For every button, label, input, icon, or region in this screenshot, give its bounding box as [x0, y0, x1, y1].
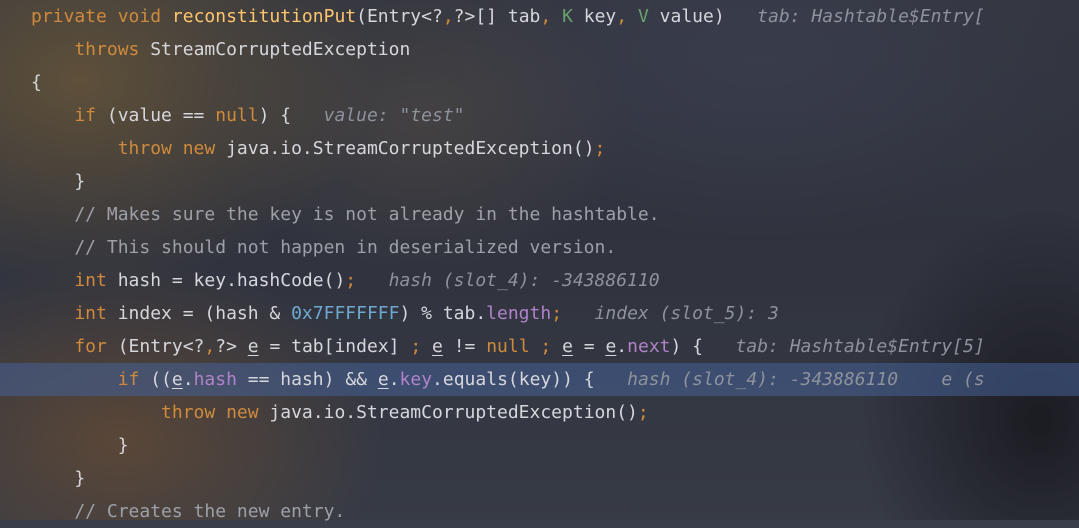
- code-line[interactable]: // Makes sure the key is not already in …: [0, 198, 1079, 231]
- inline-debug-value: tab: Hashtable$Entry[5]: [703, 336, 985, 357]
- code-token: }: [31, 435, 129, 456]
- code-token: .equals(key)) {: [432, 369, 595, 390]
- code-token: null: [486, 336, 541, 357]
- code-token: StreamCorruptedException: [150, 39, 411, 60]
- code-token: .: [388, 369, 400, 390]
- code-token: int: [31, 270, 118, 291]
- code-token: ;: [410, 336, 433, 357]
- code-line-current[interactable]: if ((e.hash == hash) && e.key.equals(key…: [0, 363, 1079, 396]
- code-line[interactable]: }: [0, 165, 1079, 198]
- code-token: ;: [637, 402, 649, 423]
- code-line[interactable]: throw new java.io.StreamCorruptedExcepti…: [0, 396, 1079, 429]
- code-token: 0x7FFFFFFF: [291, 303, 400, 324]
- code-token: reconstitutionPut: [171, 6, 357, 27]
- code-token: ;: [594, 138, 606, 159]
- inline-debug-value: hash (slot_4): -343886110 e (s: [594, 369, 985, 390]
- code-line[interactable]: int hash = key.hashCode(); hash (slot_4)…: [0, 264, 1079, 297]
- inline-debug-value: value: "test": [291, 105, 465, 126]
- inline-debug-value: tab: Hashtable$Entry[: [724, 6, 985, 27]
- code-token: ,: [442, 6, 454, 27]
- code-token: {: [31, 72, 42, 93]
- code-line[interactable]: private void reconstitutionPut(Entry<?,?…: [0, 0, 1079, 33]
- code-token: for: [31, 336, 118, 357]
- code-token: .: [182, 369, 194, 390]
- code-token: throw new: [31, 138, 227, 159]
- code-token: value): [659, 6, 725, 27]
- code-token: length: [486, 303, 552, 324]
- code-line[interactable]: }: [0, 462, 1079, 495]
- code-token: .: [616, 336, 628, 357]
- code-token: ) {: [258, 105, 292, 126]
- code-comment: // Makes sure the key is not already in …: [31, 204, 660, 225]
- code-token: ,: [204, 336, 216, 357]
- code-token: if: [31, 105, 107, 126]
- code-line[interactable]: {: [0, 66, 1079, 99]
- code-token: java.io.StreamCorruptedException(): [226, 138, 595, 159]
- code-editor[interactable]: private void reconstitutionPut(Entry<?,?…: [0, 0, 1079, 522]
- code-token: index = (hash &: [117, 303, 292, 324]
- code-line[interactable]: if (value == null) { value: "test": [0, 99, 1079, 132]
- code-token: ((: [150, 369, 172, 390]
- code-line[interactable]: // This should not happen in deserialize…: [0, 231, 1079, 264]
- code-token: next: [627, 336, 671, 357]
- code-line[interactable]: throw new java.io.StreamCorruptedExcepti…: [0, 132, 1079, 165]
- code-token: ;: [540, 336, 563, 357]
- code-token: throw new: [31, 402, 270, 423]
- code-token: ,: [540, 6, 563, 27]
- code-line[interactable]: throws StreamCorruptedException: [0, 33, 1079, 66]
- code-token: e: [605, 336, 617, 357]
- code-line[interactable]: int index = (hash & 0x7FFFFFFF) % tab.le…: [0, 297, 1079, 330]
- code-token: null: [215, 105, 259, 126]
- code-token: key: [583, 6, 617, 27]
- code-token: }: [31, 171, 86, 192]
- code-token: if: [31, 369, 151, 390]
- code-token: !=: [442, 336, 487, 357]
- code-token: = tab[index]: [258, 336, 411, 357]
- code-token: throws: [31, 39, 151, 60]
- code-token: ) {: [670, 336, 704, 357]
- code-token: K: [562, 6, 584, 27]
- code-token: hash = key.hashCode(): [117, 270, 346, 291]
- code-token: java.io.StreamCorruptedException(): [269, 402, 638, 423]
- code-line[interactable]: // Creates the new entry.: [0, 495, 1079, 528]
- code-token: (value ==: [106, 105, 216, 126]
- code-token: e: [377, 369, 389, 390]
- code-token: ;: [551, 303, 563, 324]
- code-token: ,: [616, 6, 638, 27]
- inline-debug-value: index (slot_5): 3: [562, 303, 779, 324]
- code-token: =: [572, 336, 606, 357]
- code-token: (Entry<?: [117, 336, 205, 357]
- inline-debug-value: hash (slot_4): -343886110: [356, 270, 660, 291]
- code-token: key: [399, 369, 433, 390]
- code-token: e: [247, 336, 259, 357]
- code-token: (Entry<?: [356, 6, 443, 27]
- code-line[interactable]: }: [0, 429, 1079, 462]
- code-token: e: [432, 336, 443, 357]
- code-token: == hash) &&: [236, 369, 378, 390]
- code-token: private void: [31, 6, 172, 27]
- code-comment: // This should not happen in deserialize…: [31, 237, 617, 258]
- code-token: ?>[] tab: [453, 6, 541, 27]
- code-token: int: [31, 303, 118, 324]
- code-token: ) % tab.: [399, 303, 487, 324]
- code-token: hash: [193, 369, 237, 390]
- code-token: V: [637, 6, 660, 27]
- code-line[interactable]: for (Entry<?,?> e = tab[index] ; e != nu…: [0, 330, 1079, 363]
- code-comment: // Creates the new entry.: [31, 501, 346, 522]
- code-token: e: [562, 336, 573, 357]
- code-token: ;: [345, 270, 357, 291]
- code-token: }: [31, 468, 86, 489]
- code-token: ?>: [215, 336, 248, 357]
- code-token: e: [171, 369, 183, 390]
